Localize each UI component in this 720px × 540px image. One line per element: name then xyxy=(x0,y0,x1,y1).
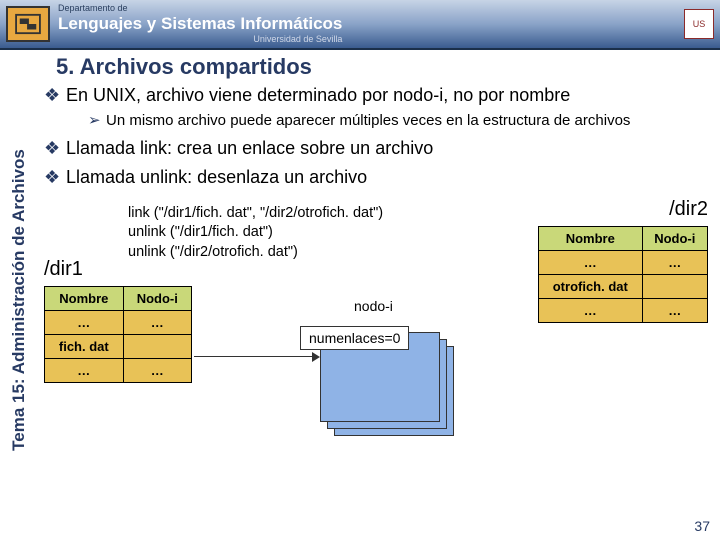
dir2-dots-1b: … xyxy=(642,250,707,274)
arrow-dir1-nodoi xyxy=(194,356,314,357)
nodoi-caption: nodo-i xyxy=(354,298,393,314)
bullet-3: Llamada unlink: desenlaza un archivo xyxy=(44,166,714,189)
bullet-1: En UNIX, archivo viene determinado por n… xyxy=(44,84,714,131)
diagram-region: link ("/dir1/fich. dat", "/dir2/otrofich… xyxy=(44,196,714,456)
dir1-dots-2b: … xyxy=(123,358,191,382)
main-content: En UNIX, archivo viene determinado por n… xyxy=(44,84,714,536)
dir2-dots-2a: … xyxy=(539,298,643,322)
dept-name: Lenguajes y Sistemas Informáticos xyxy=(58,14,342,34)
bullet-2: Llamada link: crea un enlace sobre un ar… xyxy=(44,137,714,160)
dir1-dots-1a: … xyxy=(45,310,124,334)
dir1-label: /dir1 xyxy=(44,258,83,281)
code-line-2: unlink ("/dir1/fich. dat") xyxy=(128,223,383,243)
dir1-col-nombre: Nombre xyxy=(45,286,124,310)
banner-text-block: Departamento de Lenguajes y Sistemas Inf… xyxy=(58,3,342,45)
dir1-fich-arrow xyxy=(123,334,191,358)
numenlaces-box: numenlaces=0 xyxy=(300,326,409,350)
university-label: Universidad de Sevilla xyxy=(58,34,342,45)
dir1-table: NombreNodo-i …… fich. dat …… xyxy=(44,286,192,383)
code-line-3: unlink ("/dir2/otrofich. dat") xyxy=(128,243,383,263)
dir2-col-nombre: Nombre xyxy=(539,226,643,250)
dir1-col-nodoi: Nodo-i xyxy=(123,286,191,310)
dir2-label: /dir2 xyxy=(669,198,708,221)
code-block: link ("/dir1/fich. dat", "/dir2/otrofich… xyxy=(128,204,383,263)
code-line-1: link ("/dir1/fich. dat", "/dir2/otrofich… xyxy=(128,204,383,224)
dept-logo-icon xyxy=(6,6,50,42)
sidebar-label: Tema 15: Administración de Archivos xyxy=(9,149,29,451)
bullet-1-text: En UNIX, archivo viene determinado por n… xyxy=(66,85,570,105)
bullet-list: En UNIX, archivo viene determinado por n… xyxy=(44,84,714,190)
dir2-otrofich-arrow xyxy=(642,274,707,298)
header-banner: Departamento de Lenguajes y Sistemas Inf… xyxy=(0,0,720,48)
dir2-col-nodoi: Nodo-i xyxy=(642,226,707,250)
page-title: 5. Archivos compartidos xyxy=(0,50,720,84)
dir2-dots-2b: … xyxy=(642,298,707,322)
sub-bullet-1: Un mismo archivo puede aparecer múltiple… xyxy=(88,111,714,131)
dir1-fich: fich. dat xyxy=(45,334,124,358)
page-number: 37 xyxy=(694,518,710,534)
dir2-dots-1a: … xyxy=(539,250,643,274)
university-seal-icon: US xyxy=(684,9,714,39)
dept-label: Departamento de xyxy=(58,3,342,14)
dir1-dots-1b: … xyxy=(123,310,191,334)
dir1-dots-2a: … xyxy=(45,358,124,382)
dir2-table: NombreNodo-i …… otrofich. dat …… xyxy=(538,226,708,323)
sidebar: Tema 15: Administración de Archivos xyxy=(4,64,34,536)
dir2-otrofich: otrofich. dat xyxy=(539,274,643,298)
